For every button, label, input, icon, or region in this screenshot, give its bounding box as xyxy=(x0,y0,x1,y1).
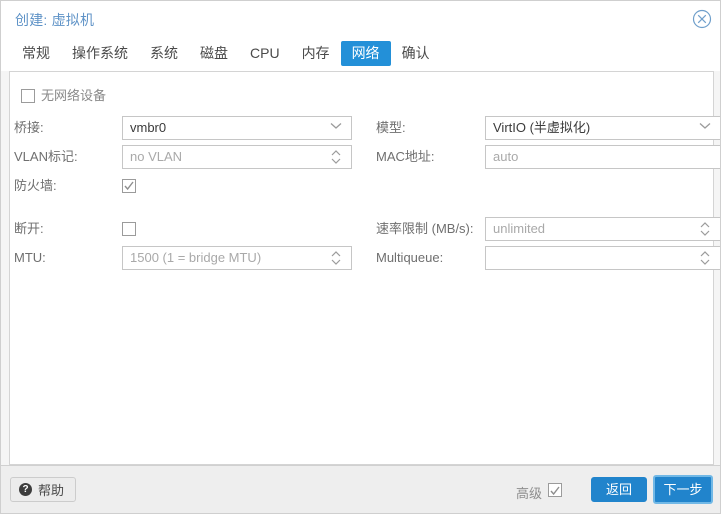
mtu-label: MTU: xyxy=(14,250,46,265)
create-vm-dialog: 创建: 虚拟机 常规 操作系统 系统 磁盘 CPU 内存 网络 确认 无网络设备 桥接: vm… xyxy=(0,0,721,514)
model-label: 模型: xyxy=(376,120,406,135)
tab-1[interactable]: 常规 xyxy=(11,41,61,66)
rate-limit-input[interactable]: unlimited xyxy=(485,217,720,241)
mac-address-input[interactable]: auto xyxy=(485,145,720,169)
dialog-footer: ? 帮助 高级 返回 下一步 xyxy=(1,465,720,513)
rate-limit-label: 速率限制 (MB/s): xyxy=(376,221,474,236)
model-input[interactable]: VirtIO (半虚拟化) xyxy=(485,116,720,140)
close-icon[interactable] xyxy=(692,9,712,29)
tab-7[interactable]: 网络 xyxy=(340,41,391,66)
next-button[interactable]: 下一步 xyxy=(653,475,713,504)
bridge-input[interactable]: vmbr0 xyxy=(122,116,352,140)
tab-5[interactable]: CPU xyxy=(239,41,291,66)
disconnect-checkbox[interactable] xyxy=(122,222,136,236)
vlan-tag-label: VLAN标记: xyxy=(14,149,78,164)
advanced-label: 高级 xyxy=(515,486,542,501)
disconnect-label: 断开: xyxy=(14,221,44,236)
mac-address-label: MAC地址: xyxy=(376,149,435,164)
multiqueue-label: Multiqueue: xyxy=(376,250,444,265)
tab-2[interactable]: 操作系统 xyxy=(61,41,139,66)
tab-bar: 常规 操作系统 系统 磁盘 CPU 内存 网络 确认 xyxy=(1,37,720,71)
firewall-label: 防火墙: xyxy=(14,178,57,193)
help-button[interactable]: ? 帮助 xyxy=(10,477,77,502)
dialog-titlebar: 创建: 虚拟机 xyxy=(1,1,720,37)
advanced-checkbox[interactable] xyxy=(548,483,562,497)
bridge-label: 桥接: xyxy=(14,120,44,135)
tab-6[interactable]: 内存 xyxy=(291,41,341,66)
tab-3[interactable]: 系统 xyxy=(139,41,189,66)
multiqueue-input[interactable] xyxy=(485,246,720,270)
tab-4[interactable]: 磁盘 xyxy=(189,41,239,66)
vlan-tag-input[interactable]: no VLAN xyxy=(122,145,352,169)
help-button-label: 帮助 xyxy=(38,483,65,498)
mtu-input[interactable]: 1500 (1 = bridge MTU) xyxy=(122,246,352,270)
firewall-checkbox[interactable] xyxy=(122,179,136,193)
back-button[interactable]: 返回 xyxy=(591,477,647,502)
network-settings-panel: 无网络设备 桥接: vmbr0 VLAN标记: no VLAN 防火墙: 模型:… xyxy=(9,71,720,465)
tab-8[interactable]: 确认 xyxy=(391,41,441,66)
no-network-device-label: 无网络设备 xyxy=(41,88,107,103)
dialog-title: 创建: 虚拟机 xyxy=(15,12,95,28)
no-network-device-checkbox[interactable] xyxy=(21,89,35,103)
question-mark-icon: ? xyxy=(19,483,32,496)
